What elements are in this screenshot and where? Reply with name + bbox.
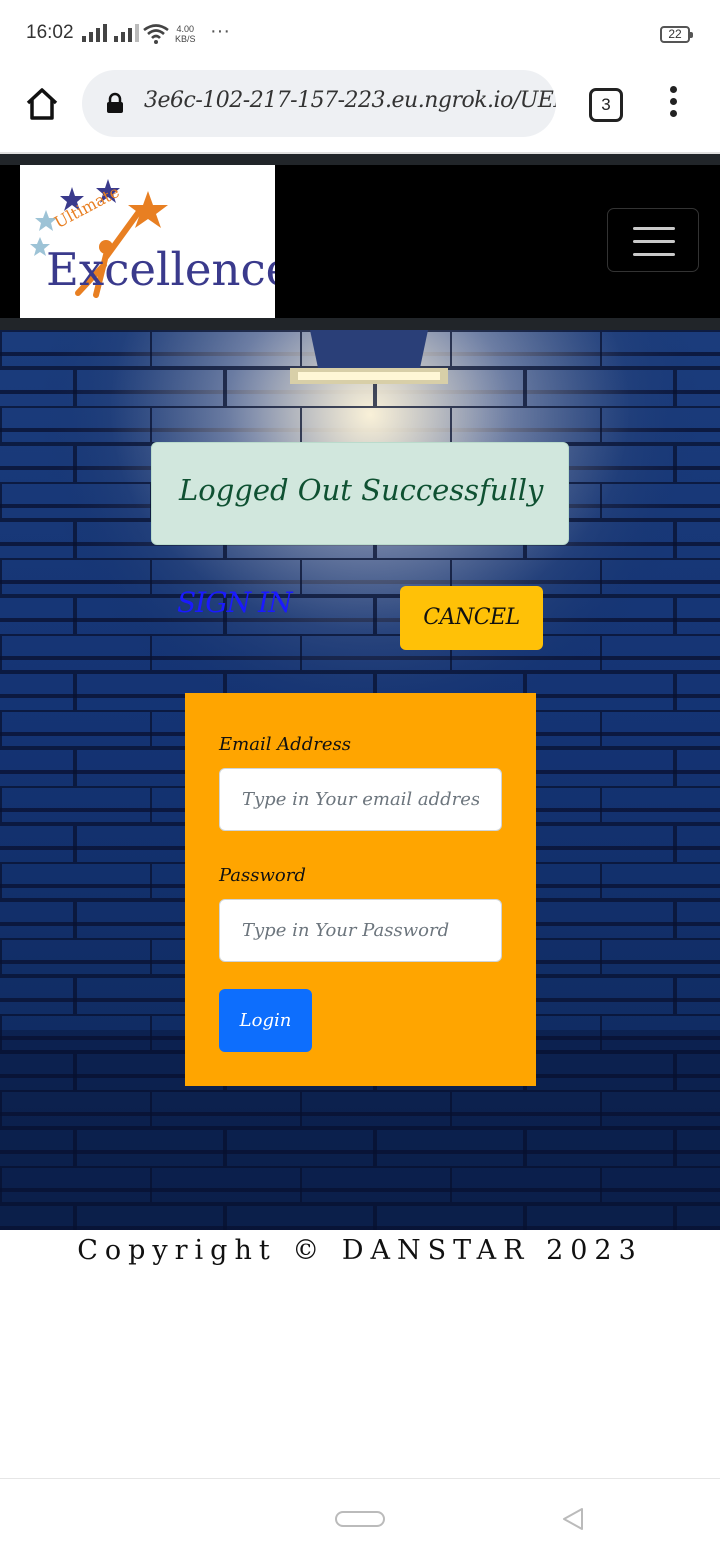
signal-icon-2: [114, 24, 139, 42]
signin-heading: SIGN IN: [177, 586, 293, 619]
lock-icon: [107, 92, 123, 113]
password-label: Password: [219, 865, 306, 886]
system-back-icon[interactable]: [561, 1507, 585, 1531]
alert-message: Logged Out Successfully: [179, 473, 544, 507]
site-navbar: Ultimate Excellence: [0, 165, 720, 318]
login-button[interactable]: Login: [219, 989, 312, 1052]
email-label: Email Address: [219, 734, 351, 755]
status-more-icon: ···: [210, 20, 230, 42]
network-speed-value: 4.00: [176, 24, 195, 34]
tab-switcher-button[interactable]: 3: [589, 88, 623, 122]
cancel-button[interactable]: CANCEL: [400, 586, 543, 650]
network-speed-unit: KB/S: [175, 34, 196, 44]
system-home-icon[interactable]: [335, 1511, 385, 1527]
network-speed: 4.00 KB/S: [175, 24, 196, 44]
browser-menu-icon[interactable]: [666, 86, 680, 122]
wifi-icon: [143, 24, 169, 44]
hamburger-icon-bar: [633, 227, 675, 230]
logout-success-alert: Logged Out Successfully: [151, 442, 569, 545]
hero-section: Logged Out Successfully SIGN IN CANCEL E…: [0, 330, 720, 1230]
navbar-bottom-strip: [0, 318, 720, 330]
password-field[interactable]: [219, 899, 502, 962]
logo-wordmark: Excellence: [46, 243, 275, 296]
navbar-top-strip: [0, 154, 720, 165]
wall-lamp-icon: [290, 330, 448, 384]
url-text: 3e6c-102-217-157-223.eu.ngrok.io/UEMA: [144, 88, 556, 113]
signal-icon: [82, 24, 107, 42]
brand-logo[interactable]: Ultimate Excellence: [20, 165, 275, 318]
status-time: 16:02: [26, 22, 74, 43]
copyright-text: Copyright © DANSTAR 2023: [77, 1235, 643, 1266]
hamburger-icon-bar: [633, 253, 675, 256]
home-icon[interactable]: [24, 86, 60, 122]
email-field[interactable]: [219, 768, 502, 831]
address-bar[interactable]: 3e6c-102-217-157-223.eu.ngrok.io/UEMA: [82, 70, 556, 137]
login-form: Email Address Password Login: [185, 693, 536, 1086]
site-footer: Copyright © DANSTAR 2023: [0, 1230, 720, 1278]
battery-icon: 22: [660, 26, 693, 43]
system-navigation-bar: [0, 1478, 720, 1561]
navbar-toggle-button[interactable]: [607, 208, 699, 272]
browser-toolbar: 3e6c-102-217-157-223.eu.ngrok.io/UEMA 3: [0, 70, 720, 154]
hamburger-icon-bar: [633, 240, 675, 243]
status-bar: 16:02 4.00 KB/S ··· 22: [0, 0, 720, 70]
